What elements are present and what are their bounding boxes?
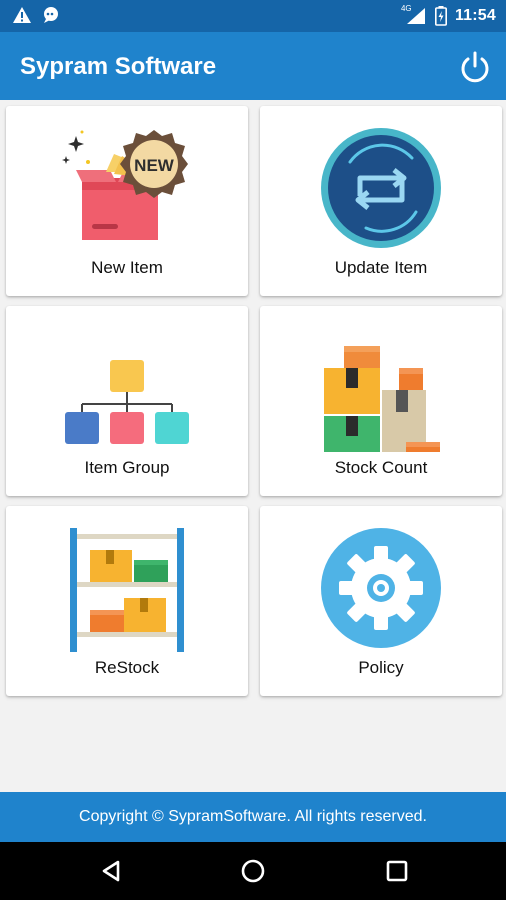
status-bar: 4G 11:54 [0,0,506,32]
new-badge-text: NEW [134,156,175,175]
chat-bubble-icon [44,7,58,23]
update-item-label: Update Item [334,258,428,277]
new-item-icon: NEW [62,130,188,240]
stock-count-card[interactable]: Stock Count [260,306,502,496]
new-item-label: New Item [91,258,163,277]
item-group-icon [65,360,189,444]
recents-icon[interactable] [383,857,411,885]
new-item-card[interactable]: NEW New Item [6,106,248,296]
restock-card[interactable]: ReStock [6,506,248,696]
warning-icon [13,7,31,23]
update-item-icon [321,128,441,248]
app-title: Sypram Software [20,53,217,80]
back-icon[interactable] [98,857,126,885]
battery-icon [434,6,447,26]
home-icon[interactable] [239,857,267,885]
footer: Copyright © SypramSoftware. All rights r… [0,792,506,842]
restock-icon [70,528,184,652]
power-icon[interactable] [458,50,492,84]
policy-label: Policy [358,658,404,677]
navigation-bar [0,842,506,900]
restock-label: ReStock [94,658,160,677]
stock-count-label: Stock Count [334,458,428,477]
policy-card[interactable]: Policy [260,506,502,696]
item-group-card[interactable]: Item Group [6,306,248,496]
policy-icon [321,528,441,648]
item-group-label: Item Group [84,458,170,477]
stock-count-icon [324,346,440,452]
update-item-card[interactable]: Update Item [260,106,502,296]
copyright-text: Copyright © SypramSoftware. All rights r… [79,808,427,825]
app-bar: Sypram Software [0,32,506,100]
status-time: 11:54 [454,7,496,24]
network-type-label: 4G [400,4,412,13]
